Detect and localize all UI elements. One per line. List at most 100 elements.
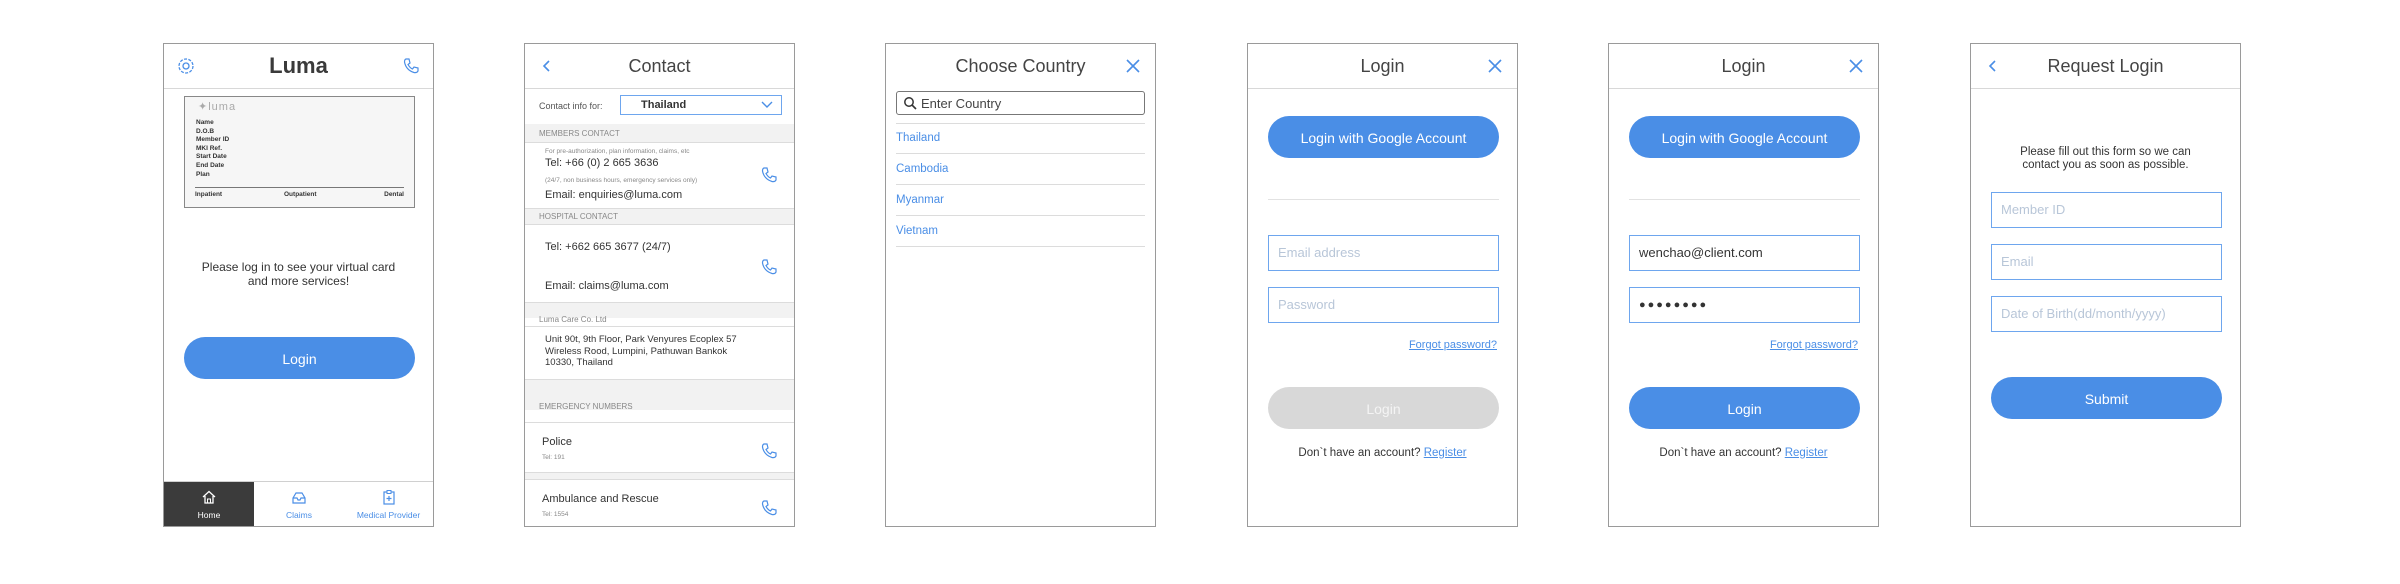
login-button[interactable]: Login (184, 337, 415, 379)
back-button[interactable] (1983, 56, 2003, 76)
country-option-myanmar[interactable]: Myanmar (896, 185, 1145, 216)
members-tel: Tel: +66 (0) 2 665 3636 (545, 157, 659, 169)
tab-claims[interactable]: Claims (254, 482, 344, 526)
login-button[interactable]: Login (1268, 387, 1499, 429)
app-brand: Luma (269, 53, 328, 78)
phone-icon (761, 167, 777, 183)
members-call-button[interactable] (760, 166, 778, 184)
tab-medical-provider-label: Medical Provider (356, 510, 421, 520)
card-category-outpatient: Outpatient (284, 191, 317, 198)
email-field[interactable]: wenchao@client.com (1629, 235, 1860, 271)
login-filled-screen: Login Login with Google Account wenchao@… (1608, 43, 1879, 527)
tab-medical-provider[interactable]: Medical Provider (344, 482, 433, 526)
request-login-screen: Request Login Please fill out this form … (1970, 43, 2241, 527)
page-title: Login (1721, 56, 1766, 76)
forgot-password-link[interactable]: Forgot password? (1770, 339, 1858, 351)
country-select-value: Thailand (641, 99, 687, 111)
police-call-button[interactable] (760, 442, 778, 460)
country-option-vietnam[interactable]: Vietnam (896, 216, 1145, 247)
close-button[interactable] (1485, 56, 1505, 76)
no-account-text: Don`t have an account? (1298, 447, 1421, 459)
close-button[interactable] (1123, 56, 1143, 76)
card-field: End Date (196, 161, 225, 169)
register-link[interactable]: Register (1424, 447, 1467, 459)
ambulance-label: Ambulance and Rescue (542, 493, 659, 505)
divider (525, 422, 794, 423)
login-header: Login (1248, 44, 1517, 89)
phone-icon (761, 259, 777, 275)
home-header: Luma (164, 44, 433, 89)
card-field: Start Date (196, 153, 227, 161)
page-title: Choose Country (955, 56, 1086, 76)
email-field[interactable]: Email (1991, 244, 2222, 280)
virtual-card: ✦luma Name D.O.B Member ID MKI Ref. Star… (184, 96, 415, 208)
tab-home[interactable]: Home (164, 482, 254, 526)
contact-screen: Contact Contact info for: Thailand MEMBE… (524, 43, 795, 527)
register-prompt: Don`t have an account? Register (1248, 447, 1517, 459)
country-option-cambodia[interactable]: Cambodia (896, 154, 1145, 185)
no-account-text: Don`t have an account? (1659, 447, 1782, 459)
dob-field[interactable]: Date of Birth(dd/month/yyyy) (1991, 296, 2222, 332)
divider (525, 224, 794, 225)
tab-claims-label: Claims (286, 510, 312, 520)
country-option-thailand[interactable]: Thailand (896, 123, 1145, 154)
google-login-button[interactable]: Login with Google Account (1629, 116, 1860, 158)
settings-button[interactable] (176, 56, 196, 76)
submit-button[interactable]: Submit (1991, 377, 2222, 419)
phone-icon (761, 500, 777, 516)
members-note: For pre-authorization, plan information,… (545, 148, 690, 155)
back-button[interactable] (537, 56, 557, 76)
close-button[interactable] (1846, 56, 1866, 76)
card-logo: ✦luma (198, 101, 237, 113)
member-id-field[interactable]: Member ID (1991, 192, 2222, 228)
gear-icon (178, 58, 194, 74)
company-section-label: Luma Care Co. Ltd (539, 315, 607, 324)
forgot-password-link[interactable]: Forgot password? (1409, 339, 1497, 351)
address-line: Wireless Rood, Lumpini, Pathuwan Bankok (545, 345, 728, 357)
card-fields: Name D.O.B Member ID MKI Ref. Start Date… (196, 119, 229, 179)
card-field: D.O.B (196, 127, 215, 135)
google-login-button[interactable]: Login with Google Account (1268, 116, 1499, 158)
password-field[interactable]: ●●●●●●●● (1629, 287, 1860, 323)
police-tel: Tel: 191 (542, 454, 565, 461)
instructions-line1: Please fill out this form so we can (2020, 146, 2191, 158)
card-category-inpatient: Inpatient (195, 191, 223, 198)
contact-info-label: Contact info for: (539, 101, 603, 111)
login-empty-screen: Login Login with Google Account Email ad… (1247, 43, 1518, 527)
hospital-call-button[interactable] (760, 258, 778, 276)
close-icon (1849, 59, 1863, 73)
country-select[interactable]: Thailand (620, 95, 782, 115)
card-field: MKI Ref. (196, 144, 222, 152)
tab-home-label: Home (197, 510, 221, 520)
page-title: Contact (628, 56, 691, 76)
police-label: Police (542, 436, 572, 448)
register-prompt: Don`t have an account? Register (1609, 447, 1878, 459)
login-header: Login (1609, 44, 1878, 89)
emergency-section-label: EMERGENCY NUMBERS (539, 402, 633, 411)
phone-icon (761, 443, 777, 459)
login-button[interactable]: Login (1629, 387, 1860, 429)
home-icon (202, 490, 216, 504)
search-placeholder: Enter Country (921, 96, 1002, 111)
ambulance-call-button[interactable] (760, 499, 778, 517)
close-icon (1488, 59, 1502, 73)
divider (525, 142, 794, 143)
instructions-line2: contact you as soon as possible. (2022, 159, 2189, 171)
search-icon (904, 97, 917, 110)
divider (1268, 199, 1499, 200)
email-field[interactable]: Email address (1268, 235, 1499, 271)
choose-country-screen: Choose Country Enter Country Thailand Ca… (885, 43, 1156, 527)
medical-provider-icon (382, 490, 395, 505)
close-icon (1126, 59, 1140, 73)
hospital-email: Email: claims@luma.com (545, 280, 669, 292)
login-prompt: Please log in to see your virtual card a… (164, 260, 433, 288)
password-field[interactable]: Password (1268, 287, 1499, 323)
card-field: Name (196, 119, 214, 126)
country-search-input[interactable]: Enter Country (896, 91, 1145, 115)
request-instructions: Please fill out this form so we can cont… (1971, 146, 2240, 172)
register-link[interactable]: Register (1785, 447, 1828, 459)
tab-bar: Home Claims Medical Provider (164, 481, 433, 526)
phone-button[interactable] (401, 56, 421, 76)
address-line: 10330, Thailand (545, 357, 613, 368)
phone-icon (403, 58, 419, 74)
